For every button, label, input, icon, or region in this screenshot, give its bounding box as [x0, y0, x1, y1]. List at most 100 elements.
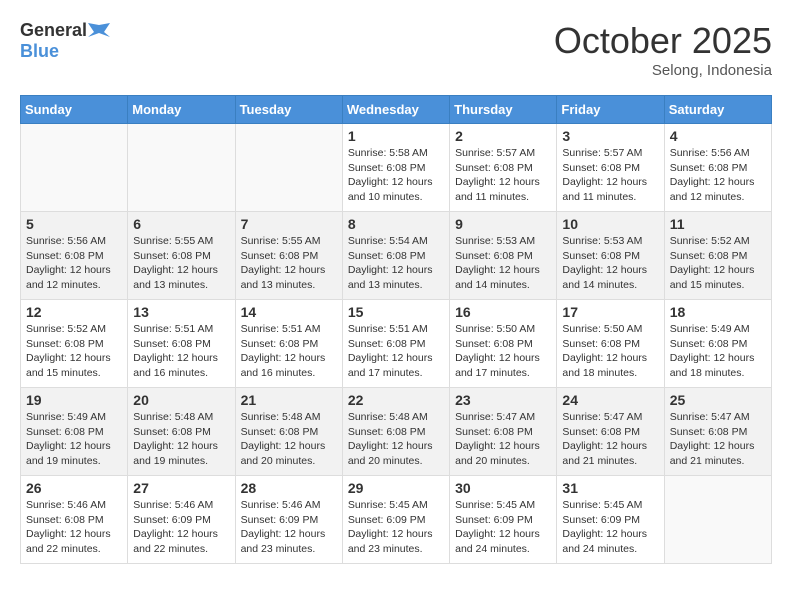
weekday-header-row: SundayMondayTuesdayWednesdayThursdayFrid… — [21, 96, 772, 124]
day-info: Sunrise: 5:49 AM Sunset: 6:08 PM Dayligh… — [26, 410, 122, 469]
weekday-header-tuesday: Tuesday — [235, 96, 342, 124]
day-number: 22 — [348, 392, 444, 408]
day-number: 23 — [455, 392, 551, 408]
day-number: 16 — [455, 304, 551, 320]
day-number: 4 — [670, 128, 766, 144]
page-header: General Blue October 2025 Selong, Indone… — [20, 20, 772, 79]
weekday-header-monday: Monday — [128, 96, 235, 124]
calendar-cell — [21, 124, 128, 212]
calendar-cell: 2 Sunrise: 5:57 AM Sunset: 6:08 PM Daylig… — [450, 124, 557, 212]
day-number: 12 — [26, 304, 122, 320]
calendar-week-2: 5 Sunrise: 5:56 AM Sunset: 6:08 PM Daylig… — [21, 212, 772, 300]
day-number: 21 — [241, 392, 337, 408]
calendar-cell: 1Sunrise: 5:58 AM Sunset: 6:08 PM Daylig… — [342, 124, 449, 212]
calendar-cell — [664, 476, 771, 564]
day-number: 27 — [133, 480, 229, 496]
day-info: Sunrise: 5:52 AM Sunset: 6:08 PM Dayligh… — [26, 322, 122, 381]
location-subtitle: Selong, Indonesia — [554, 62, 772, 79]
weekday-header-friday: Friday — [557, 96, 664, 124]
day-info: Sunrise: 5:46 AM Sunset: 6:09 PM Dayligh… — [241, 498, 337, 557]
logo-bird-icon — [88, 23, 110, 41]
day-number: 8 — [348, 216, 444, 232]
day-info: Sunrise: 5:55 AM Sunset: 6:08 PM Dayligh… — [241, 234, 337, 293]
calendar-week-1: 1Sunrise: 5:58 AM Sunset: 6:08 PM Daylig… — [21, 124, 772, 212]
day-number: 18 — [670, 304, 766, 320]
day-info: Sunrise: 5:53 AM Sunset: 6:08 PM Dayligh… — [455, 234, 551, 293]
day-number: 2 — [455, 128, 551, 144]
calendar-cell: 20 Sunrise: 5:48 AM Sunset: 6:08 PM Dayli… — [128, 388, 235, 476]
calendar-cell: 5 Sunrise: 5:56 AM Sunset: 6:08 PM Daylig… — [21, 212, 128, 300]
day-number: 14 — [241, 304, 337, 320]
day-info: Sunrise: 5:51 AM Sunset: 6:08 PM Dayligh… — [241, 322, 337, 381]
calendar-cell: 23 Sunrise: 5:47 AM Sunset: 6:08 PM Dayli… — [450, 388, 557, 476]
day-info: Sunrise: 5:56 AM Sunset: 6:08 PM Dayligh… — [26, 234, 122, 293]
calendar-cell: 17Sunrise: 5:50 AM Sunset: 6:08 PM Dayli… — [557, 300, 664, 388]
day-number: 15 — [348, 304, 444, 320]
calendar-week-3: 12 Sunrise: 5:52 AM Sunset: 6:08 PM Dayli… — [21, 300, 772, 388]
day-info: Sunrise: 5:47 AM Sunset: 6:08 PM Dayligh… — [562, 410, 658, 469]
day-info: Sunrise: 5:48 AM Sunset: 6:08 PM Dayligh… — [241, 410, 337, 469]
calendar-cell: 6 Sunrise: 5:55 AM Sunset: 6:08 PM Daylig… — [128, 212, 235, 300]
calendar-cell: 8 Sunrise: 5:54 AM Sunset: 6:08 PM Daylig… — [342, 212, 449, 300]
calendar-week-4: 19Sunrise: 5:49 AM Sunset: 6:08 PM Dayli… — [21, 388, 772, 476]
calendar-cell: 22 Sunrise: 5:48 AM Sunset: 6:08 PM Dayli… — [342, 388, 449, 476]
day-info: Sunrise: 5:57 AM Sunset: 6:08 PM Dayligh… — [455, 146, 551, 205]
day-info: Sunrise: 5:55 AM Sunset: 6:08 PM Dayligh… — [133, 234, 229, 293]
day-number: 5 — [26, 216, 122, 232]
day-number: 10 — [562, 216, 658, 232]
calendar-cell: 19Sunrise: 5:49 AM Sunset: 6:08 PM Dayli… — [21, 388, 128, 476]
day-info: Sunrise: 5:52 AM Sunset: 6:08 PM Dayligh… — [670, 234, 766, 293]
day-info: Sunrise: 5:50 AM Sunset: 6:08 PM Dayligh… — [455, 322, 551, 381]
logo: General Blue — [20, 20, 111, 62]
calendar-cell: 29 Sunrise: 5:45 AM Sunset: 6:09 PM Dayli… — [342, 476, 449, 564]
calendar-cell: 9 Sunrise: 5:53 AM Sunset: 6:08 PM Daylig… — [450, 212, 557, 300]
logo-blue: Blue — [20, 41, 59, 61]
day-info: Sunrise: 5:45 AM Sunset: 6:09 PM Dayligh… — [562, 498, 658, 557]
day-info: Sunrise: 5:54 AM Sunset: 6:08 PM Dayligh… — [348, 234, 444, 293]
day-info: Sunrise: 5:45 AM Sunset: 6:09 PM Dayligh… — [348, 498, 444, 557]
day-info: Sunrise: 5:45 AM Sunset: 6:09 PM Dayligh… — [455, 498, 551, 557]
calendar-cell: 15Sunrise: 5:51 AM Sunset: 6:08 PM Dayli… — [342, 300, 449, 388]
day-info: Sunrise: 5:47 AM Sunset: 6:08 PM Dayligh… — [455, 410, 551, 469]
calendar-table: SundayMondayTuesdayWednesdayThursdayFrid… — [20, 95, 772, 564]
calendar-cell: 26 Sunrise: 5:46 AM Sunset: 6:08 PM Dayli… — [21, 476, 128, 564]
day-info: Sunrise: 5:56 AM Sunset: 6:08 PM Dayligh… — [670, 146, 766, 205]
calendar-cell: 28 Sunrise: 5:46 AM Sunset: 6:09 PM Dayli… — [235, 476, 342, 564]
day-number: 29 — [348, 480, 444, 496]
calendar-cell: 18Sunrise: 5:49 AM Sunset: 6:08 PM Dayli… — [664, 300, 771, 388]
calendar-cell: 7Sunrise: 5:55 AM Sunset: 6:08 PM Daylig… — [235, 212, 342, 300]
day-number: 31 — [562, 480, 658, 496]
calendar-week-5: 26 Sunrise: 5:46 AM Sunset: 6:08 PM Dayli… — [21, 476, 772, 564]
day-info: Sunrise: 5:48 AM Sunset: 6:08 PM Dayligh… — [133, 410, 229, 469]
calendar-cell: 31 Sunrise: 5:45 AM Sunset: 6:09 PM Dayli… — [557, 476, 664, 564]
calendar-cell — [128, 124, 235, 212]
calendar-cell: 25 Sunrise: 5:47 AM Sunset: 6:08 PM Dayli… — [664, 388, 771, 476]
day-number: 30 — [455, 480, 551, 496]
weekday-header-sunday: Sunday — [21, 96, 128, 124]
day-number: 25 — [670, 392, 766, 408]
day-info: Sunrise: 5:47 AM Sunset: 6:08 PM Dayligh… — [670, 410, 766, 469]
day-number: 26 — [26, 480, 122, 496]
day-number: 20 — [133, 392, 229, 408]
day-info: Sunrise: 5:48 AM Sunset: 6:08 PM Dayligh… — [348, 410, 444, 469]
day-number: 9 — [455, 216, 551, 232]
calendar-cell: 12 Sunrise: 5:52 AM Sunset: 6:08 PM Dayli… — [21, 300, 128, 388]
day-info: Sunrise: 5:51 AM Sunset: 6:08 PM Dayligh… — [133, 322, 229, 381]
weekday-header-saturday: Saturday — [664, 96, 771, 124]
month-title: October 2025 — [554, 20, 772, 62]
day-info: Sunrise: 5:46 AM Sunset: 6:08 PM Dayligh… — [26, 498, 122, 557]
weekday-header-wednesday: Wednesday — [342, 96, 449, 124]
day-number: 6 — [133, 216, 229, 232]
day-number: 28 — [241, 480, 337, 496]
day-number: 11 — [670, 216, 766, 232]
calendar-cell: 13 Sunrise: 5:51 AM Sunset: 6:08 PM Dayli… — [128, 300, 235, 388]
calendar-cell: 21 Sunrise: 5:48 AM Sunset: 6:08 PM Dayli… — [235, 388, 342, 476]
calendar-cell: 14 Sunrise: 5:51 AM Sunset: 6:08 PM Dayli… — [235, 300, 342, 388]
day-info: Sunrise: 5:58 AM Sunset: 6:08 PM Dayligh… — [348, 146, 444, 205]
day-number: 13 — [133, 304, 229, 320]
day-number: 24 — [562, 392, 658, 408]
day-info: Sunrise: 5:57 AM Sunset: 6:08 PM Dayligh… — [562, 146, 658, 205]
day-info: Sunrise: 5:53 AM Sunset: 6:08 PM Dayligh… — [562, 234, 658, 293]
logo-general: General — [20, 20, 87, 40]
weekday-header-thursday: Thursday — [450, 96, 557, 124]
